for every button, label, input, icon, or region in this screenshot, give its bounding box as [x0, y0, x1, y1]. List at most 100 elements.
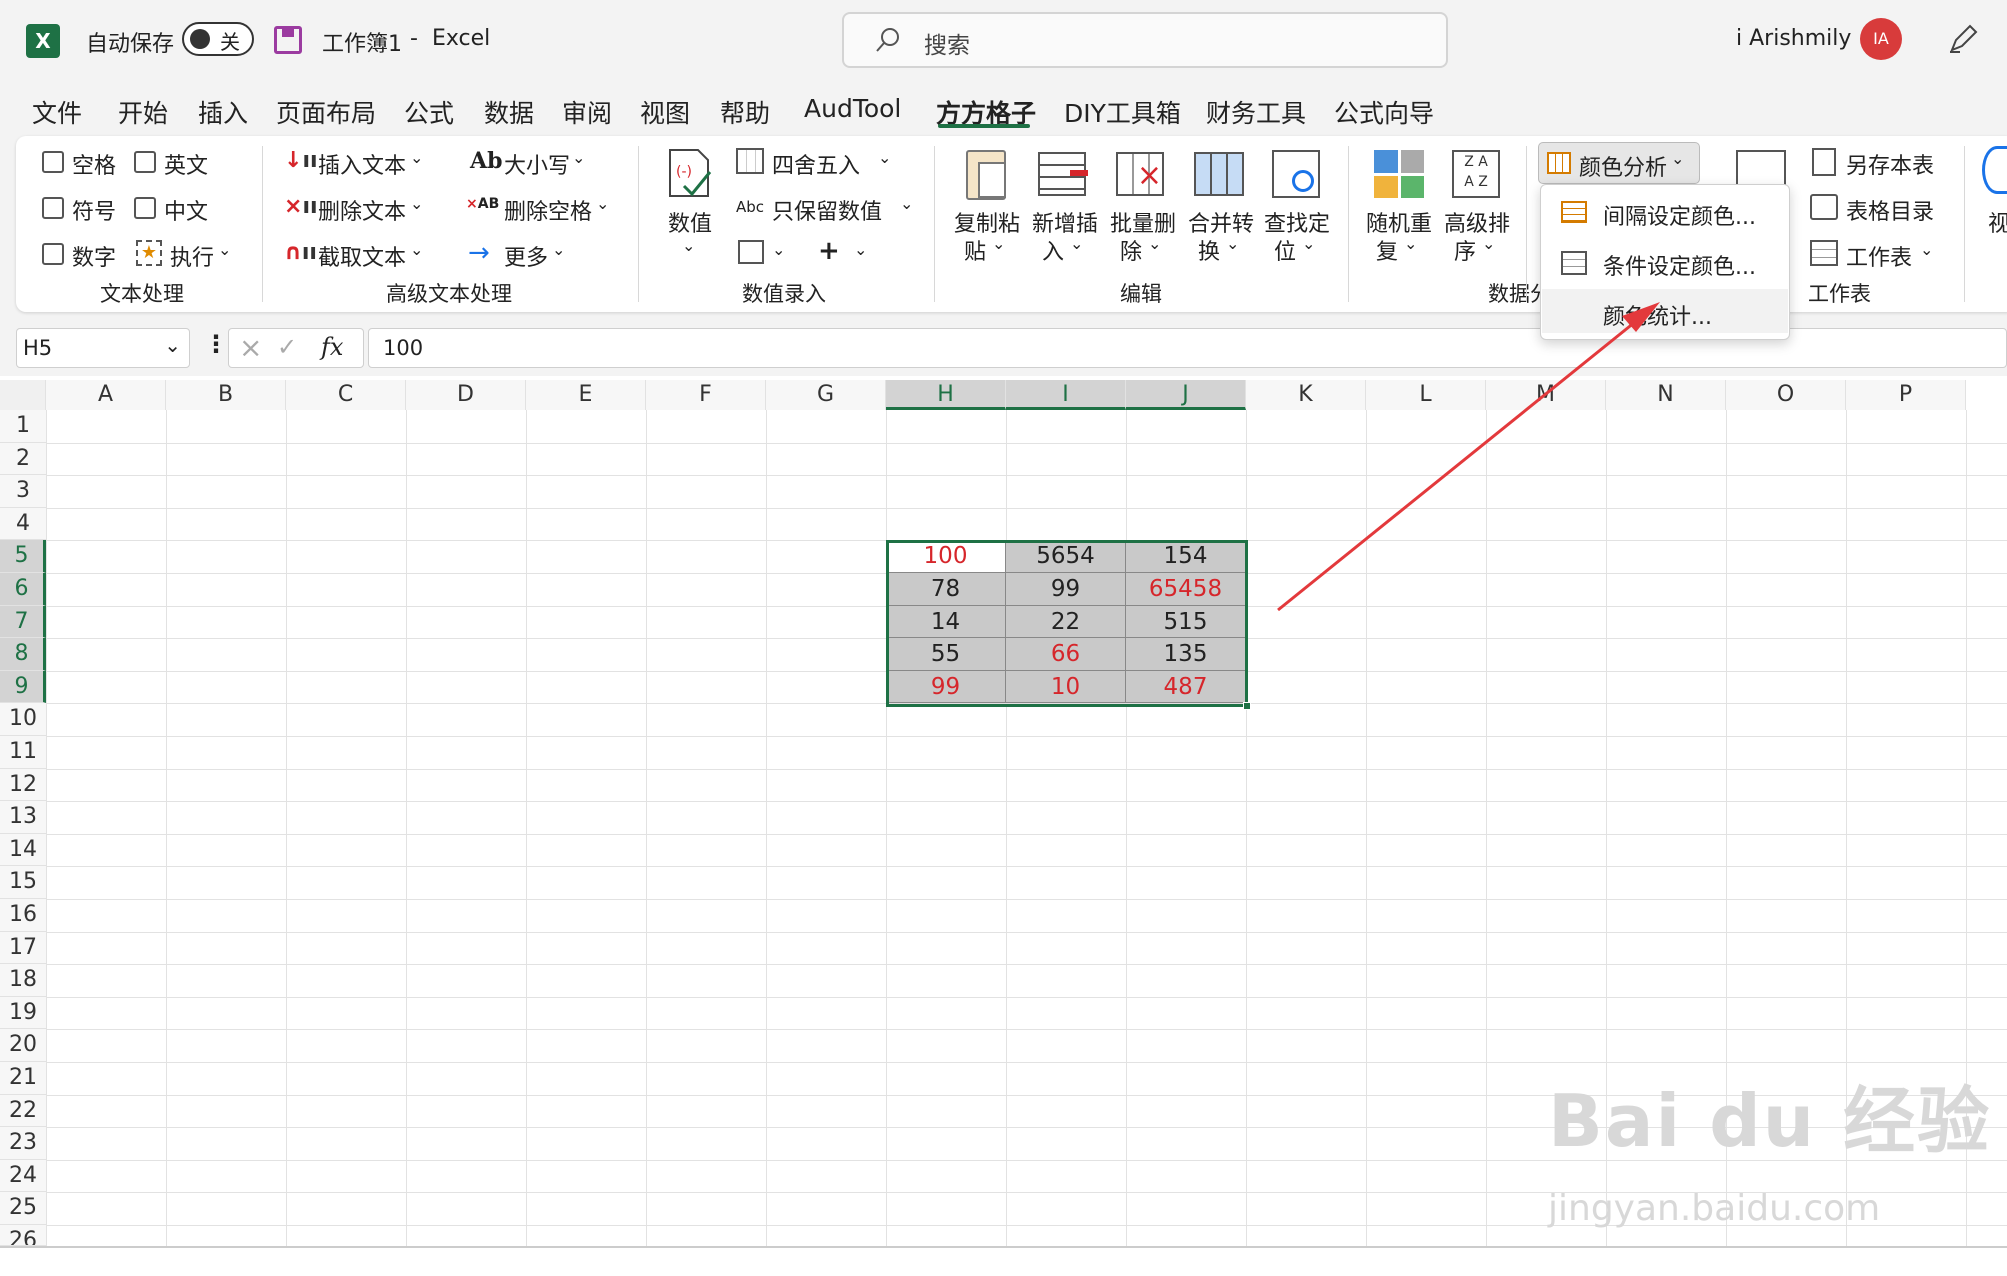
- more-chevron-icon[interactable]: ⌄: [552, 240, 565, 259]
- row-header-23[interactable]: 23: [0, 1127, 46, 1160]
- row-header-14[interactable]: 14: [0, 833, 46, 867]
- merge-convert-button-line2[interactable]: 换: [1198, 234, 1220, 266]
- worksheet-button[interactable]: 工作表: [1846, 240, 1912, 272]
- find-locate-chevron-icon[interactable]: ⌄: [1302, 234, 1315, 253]
- row-header-9[interactable]: 9: [0, 670, 46, 704]
- row-header-16[interactable]: 16: [0, 899, 46, 932]
- tab-formula-wizard[interactable]: 公式向导: [1334, 94, 1434, 130]
- case-chevron-icon[interactable]: ⌄: [572, 148, 585, 167]
- extract-text-button[interactable]: 截取文本: [318, 240, 406, 272]
- column-header-m[interactable]: M: [1486, 380, 1606, 410]
- row-header-19[interactable]: 19: [0, 996, 46, 1030]
- tab-diy-toolbox[interactable]: DIY工具箱: [1064, 94, 1181, 130]
- column-header-b[interactable]: B: [166, 380, 286, 410]
- execute-button[interactable]: 执行: [170, 240, 214, 272]
- batch-delete-button-line2[interactable]: 除: [1120, 234, 1142, 266]
- column-header-i[interactable]: I: [1006, 380, 1126, 410]
- column-header-e[interactable]: E: [526, 380, 646, 410]
- trim-space-button[interactable]: 删除空格: [504, 194, 592, 226]
- tab-review[interactable]: 审阅: [562, 94, 612, 130]
- row-header-10[interactable]: 10: [0, 703, 46, 736]
- menu-item-condition-color[interactable]: 条件设定颜色...: [1603, 249, 1756, 281]
- row-header-1[interactable]: 1: [0, 410, 46, 443]
- color-analysis-button[interactable]: 颜色分析 ⌄: [1538, 142, 1700, 184]
- row-header-6[interactable]: 6: [0, 573, 46, 606]
- name-box[interactable]: H5 ⌄: [16, 328, 190, 368]
- column-header-a[interactable]: A: [46, 380, 166, 410]
- row-header-3[interactable]: 3: [0, 475, 46, 508]
- column-header-d[interactable]: D: [406, 380, 526, 410]
- column-header-c[interactable]: C: [286, 380, 406, 410]
- user-name[interactable]: i Arishmily: [1736, 26, 1851, 51]
- edit-table-chevron-icon[interactable]: ⌄: [772, 240, 785, 259]
- tab-help[interactable]: 帮助: [720, 94, 770, 130]
- more-vert-icon[interactable]: ⋮: [204, 330, 228, 358]
- row-header-5[interactable]: 5: [0, 540, 46, 573]
- row-header-2[interactable]: 2: [0, 442, 46, 476]
- row-header-15[interactable]: 15: [0, 866, 46, 899]
- column-header-j[interactable]: J: [1126, 380, 1246, 410]
- random-repeat-button-line2[interactable]: 复: [1376, 234, 1398, 266]
- column-header-f[interactable]: F: [646, 380, 766, 410]
- row-header-25[interactable]: 25: [0, 1192, 46, 1225]
- insert-function-icon[interactable]: fx: [321, 333, 343, 361]
- tab-view[interactable]: 视图: [640, 94, 690, 130]
- row-header-12[interactable]: 12: [0, 768, 46, 802]
- find-locate-button-line2[interactable]: 位: [1274, 234, 1296, 266]
- value-chevron-icon[interactable]: ⌄: [682, 236, 695, 255]
- row-header-20[interactable]: 20: [0, 1029, 46, 1062]
- worksheet-chevron-icon[interactable]: ⌄: [1920, 240, 1933, 259]
- column-header-n[interactable]: N: [1606, 380, 1726, 410]
- checkbox-english[interactable]: [134, 151, 156, 173]
- keep-value-button[interactable]: 只保留数值: [772, 194, 882, 226]
- more-button[interactable]: 更多: [504, 240, 548, 272]
- round-chevron-icon[interactable]: ⌄: [878, 148, 891, 167]
- cancel-icon[interactable]: ×: [239, 331, 262, 364]
- select-all-corner[interactable]: [0, 380, 46, 410]
- delete-text-button[interactable]: 删除文本: [318, 194, 406, 226]
- row-header-24[interactable]: 24: [0, 1159, 46, 1193]
- name-box-chevron-icon[interactable]: ⌄: [164, 333, 181, 357]
- column-header-p[interactable]: P: [1846, 380, 1966, 410]
- save-sheet-button[interactable]: 另存本表: [1846, 148, 1934, 180]
- checkbox-space[interactable]: [42, 151, 64, 173]
- merge-convert-chevron-icon[interactable]: ⌄: [1226, 234, 1239, 253]
- column-header-g[interactable]: G: [766, 380, 886, 410]
- tab-formulas[interactable]: 公式: [404, 94, 454, 130]
- row-header-4[interactable]: 4: [0, 507, 46, 541]
- insert-text-chevron-icon[interactable]: ⌄: [410, 148, 423, 167]
- edit-table-icon[interactable]: [738, 240, 764, 264]
- menu-item-interval-color[interactable]: 间隔设定颜色...: [1603, 199, 1756, 231]
- random-repeat-chevron-icon[interactable]: ⌄: [1404, 234, 1417, 253]
- copy-paste-button-line2[interactable]: 贴: [964, 234, 986, 266]
- checkbox-number[interactable]: [42, 243, 64, 265]
- tab-file[interactable]: 文件: [32, 94, 82, 130]
- column-header-h[interactable]: H: [886, 380, 1006, 410]
- row-header-26[interactable]: 26: [0, 1225, 46, 1246]
- row-header-18[interactable]: 18: [0, 964, 46, 997]
- row-header-22[interactable]: 22: [0, 1094, 46, 1128]
- column-header-k[interactable]: K: [1246, 380, 1366, 410]
- column-header-o[interactable]: O: [1726, 380, 1846, 410]
- tab-page-layout[interactable]: 页面布局: [276, 94, 376, 130]
- plus-icon[interactable]: +: [818, 236, 840, 266]
- insert-text-button[interactable]: 插入文本: [318, 148, 406, 180]
- column-header-l[interactable]: L: [1366, 380, 1486, 410]
- row-header-7[interactable]: 7: [0, 605, 46, 639]
- view-partial-label[interactable]: 视: [1988, 206, 2007, 238]
- confirm-icon[interactable]: ✓: [277, 333, 297, 361]
- row-header-17[interactable]: 17: [0, 931, 46, 965]
- row-header-21[interactable]: 21: [0, 1062, 46, 1095]
- delete-text-chevron-icon[interactable]: ⌄: [410, 194, 423, 213]
- checkbox-chinese[interactable]: [134, 197, 156, 219]
- row-header-8[interactable]: 8: [0, 638, 46, 671]
- trim-space-chevron-icon[interactable]: ⌄: [596, 194, 609, 213]
- tab-home[interactable]: 开始: [118, 94, 168, 130]
- execute-chevron-icon[interactable]: ⌄: [218, 240, 231, 259]
- copy-paste-chevron-icon[interactable]: ⌄: [992, 234, 1005, 253]
- batch-delete-chevron-icon[interactable]: ⌄: [1148, 234, 1161, 253]
- tab-data[interactable]: 数据: [484, 94, 534, 130]
- tab-finance-tools[interactable]: 财务工具: [1206, 94, 1306, 130]
- tab-insert[interactable]: 插入: [198, 94, 248, 130]
- row-header-13[interactable]: 13: [0, 801, 46, 834]
